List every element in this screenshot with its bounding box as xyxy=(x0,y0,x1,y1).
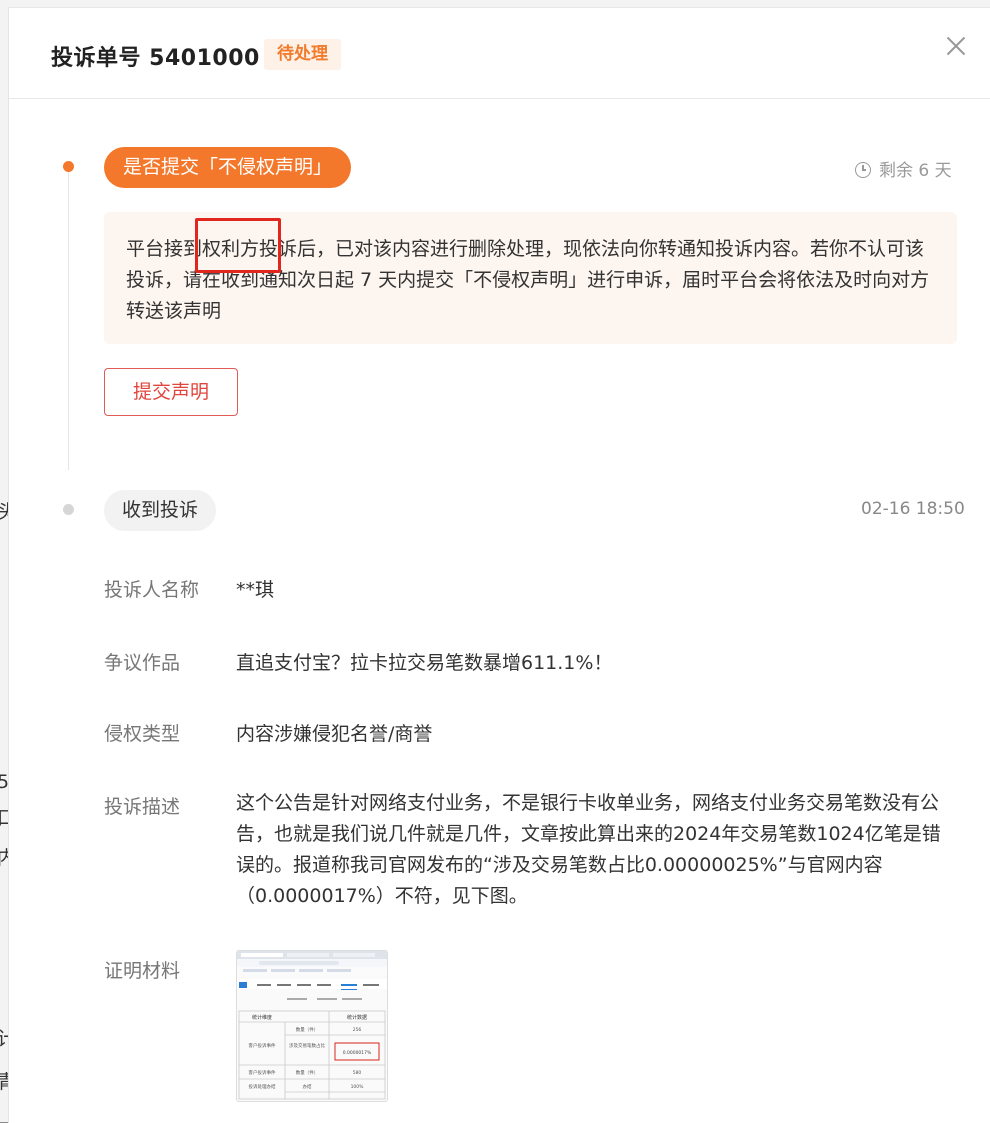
submit-declaration-button[interactable]: 提交声明 xyxy=(104,368,238,416)
evidence-cell: 100% xyxy=(351,1084,365,1090)
remaining-time-text: 剩余 6 天 xyxy=(879,161,952,181)
complaint-detail-drawer: 投诉单号 5401000 待处理 是否提交「不侵权声明」 剩余 6 天 平台接到… xyxy=(8,7,990,1123)
received-time: 02-16 18:50 xyxy=(861,499,965,519)
evidence-cell: 客户投诉事件 xyxy=(249,1069,276,1076)
evidence-cell: 0.0000017% xyxy=(343,1050,372,1056)
complainant-value: **琪 xyxy=(236,579,275,601)
status-badge: 待处理 xyxy=(264,39,341,70)
evidence-cell: 办结 xyxy=(303,1083,312,1090)
drawer-header: 投诉单号 5401000 待处理 xyxy=(9,8,990,99)
evidence-label: 证明材料 xyxy=(104,960,181,982)
evidence-cell: 涉及交易笔数占比 xyxy=(289,1042,325,1049)
evidence-cell: 数量（件） xyxy=(296,1026,319,1033)
description-value: 这个公告是针对网络支付业务，不是银行卡收单业务，网络支付业务交易笔数没有公告，也… xyxy=(236,792,941,907)
step-title-received: 收到投诉 xyxy=(104,490,217,531)
timeline-dot-active xyxy=(63,161,74,172)
infringement-type-label: 侵权类型 xyxy=(104,723,181,745)
remaining-time: 剩余 6 天 xyxy=(855,156,952,181)
complaint-title: 投诉单号 5401000 xyxy=(51,46,260,71)
evidence-image-thumbnail[interactable]: 统计维度 统计数据 数量（件） 256 客户投诉事件 涉及交易笔数占比 0.00… xyxy=(236,950,388,1102)
evidence-cell: 256 xyxy=(353,1027,362,1033)
disputed-work-label: 争议作品 xyxy=(104,652,181,674)
evidence-cell: 客户投诉事件 xyxy=(249,1042,276,1049)
disputed-work-value: 直追支付宝？拉卡拉交易笔数暴增611.1%！ xyxy=(236,652,613,674)
description-label: 投诉描述 xyxy=(104,796,181,818)
infringement-type-value: 内容涉嫌侵犯名誉/商誉 xyxy=(236,723,433,745)
complainant-label: 投诉人名称 xyxy=(104,579,200,601)
evidence-cell: 数量（件） xyxy=(296,1069,319,1076)
evidence-cell: 投诉处理办结 xyxy=(249,1083,276,1090)
step-title-declaration: 是否提交「不侵权声明」 xyxy=(104,147,352,188)
timeline-dot-inactive xyxy=(63,504,74,515)
highlight-annotation xyxy=(195,218,281,273)
evidence-col1-header: 统计维度 xyxy=(252,1014,272,1021)
clock-icon xyxy=(855,162,871,178)
evidence-col2-header: 统计数据 xyxy=(347,1014,367,1021)
evidence-cell: 580 xyxy=(353,1070,362,1076)
evidence-screenshot-image: 统计维度 统计数据 数量（件） 256 客户投诉事件 涉及交易笔数占比 0.00… xyxy=(237,951,387,1100)
timeline-line xyxy=(68,170,69,470)
close-icon[interactable] xyxy=(943,34,969,60)
